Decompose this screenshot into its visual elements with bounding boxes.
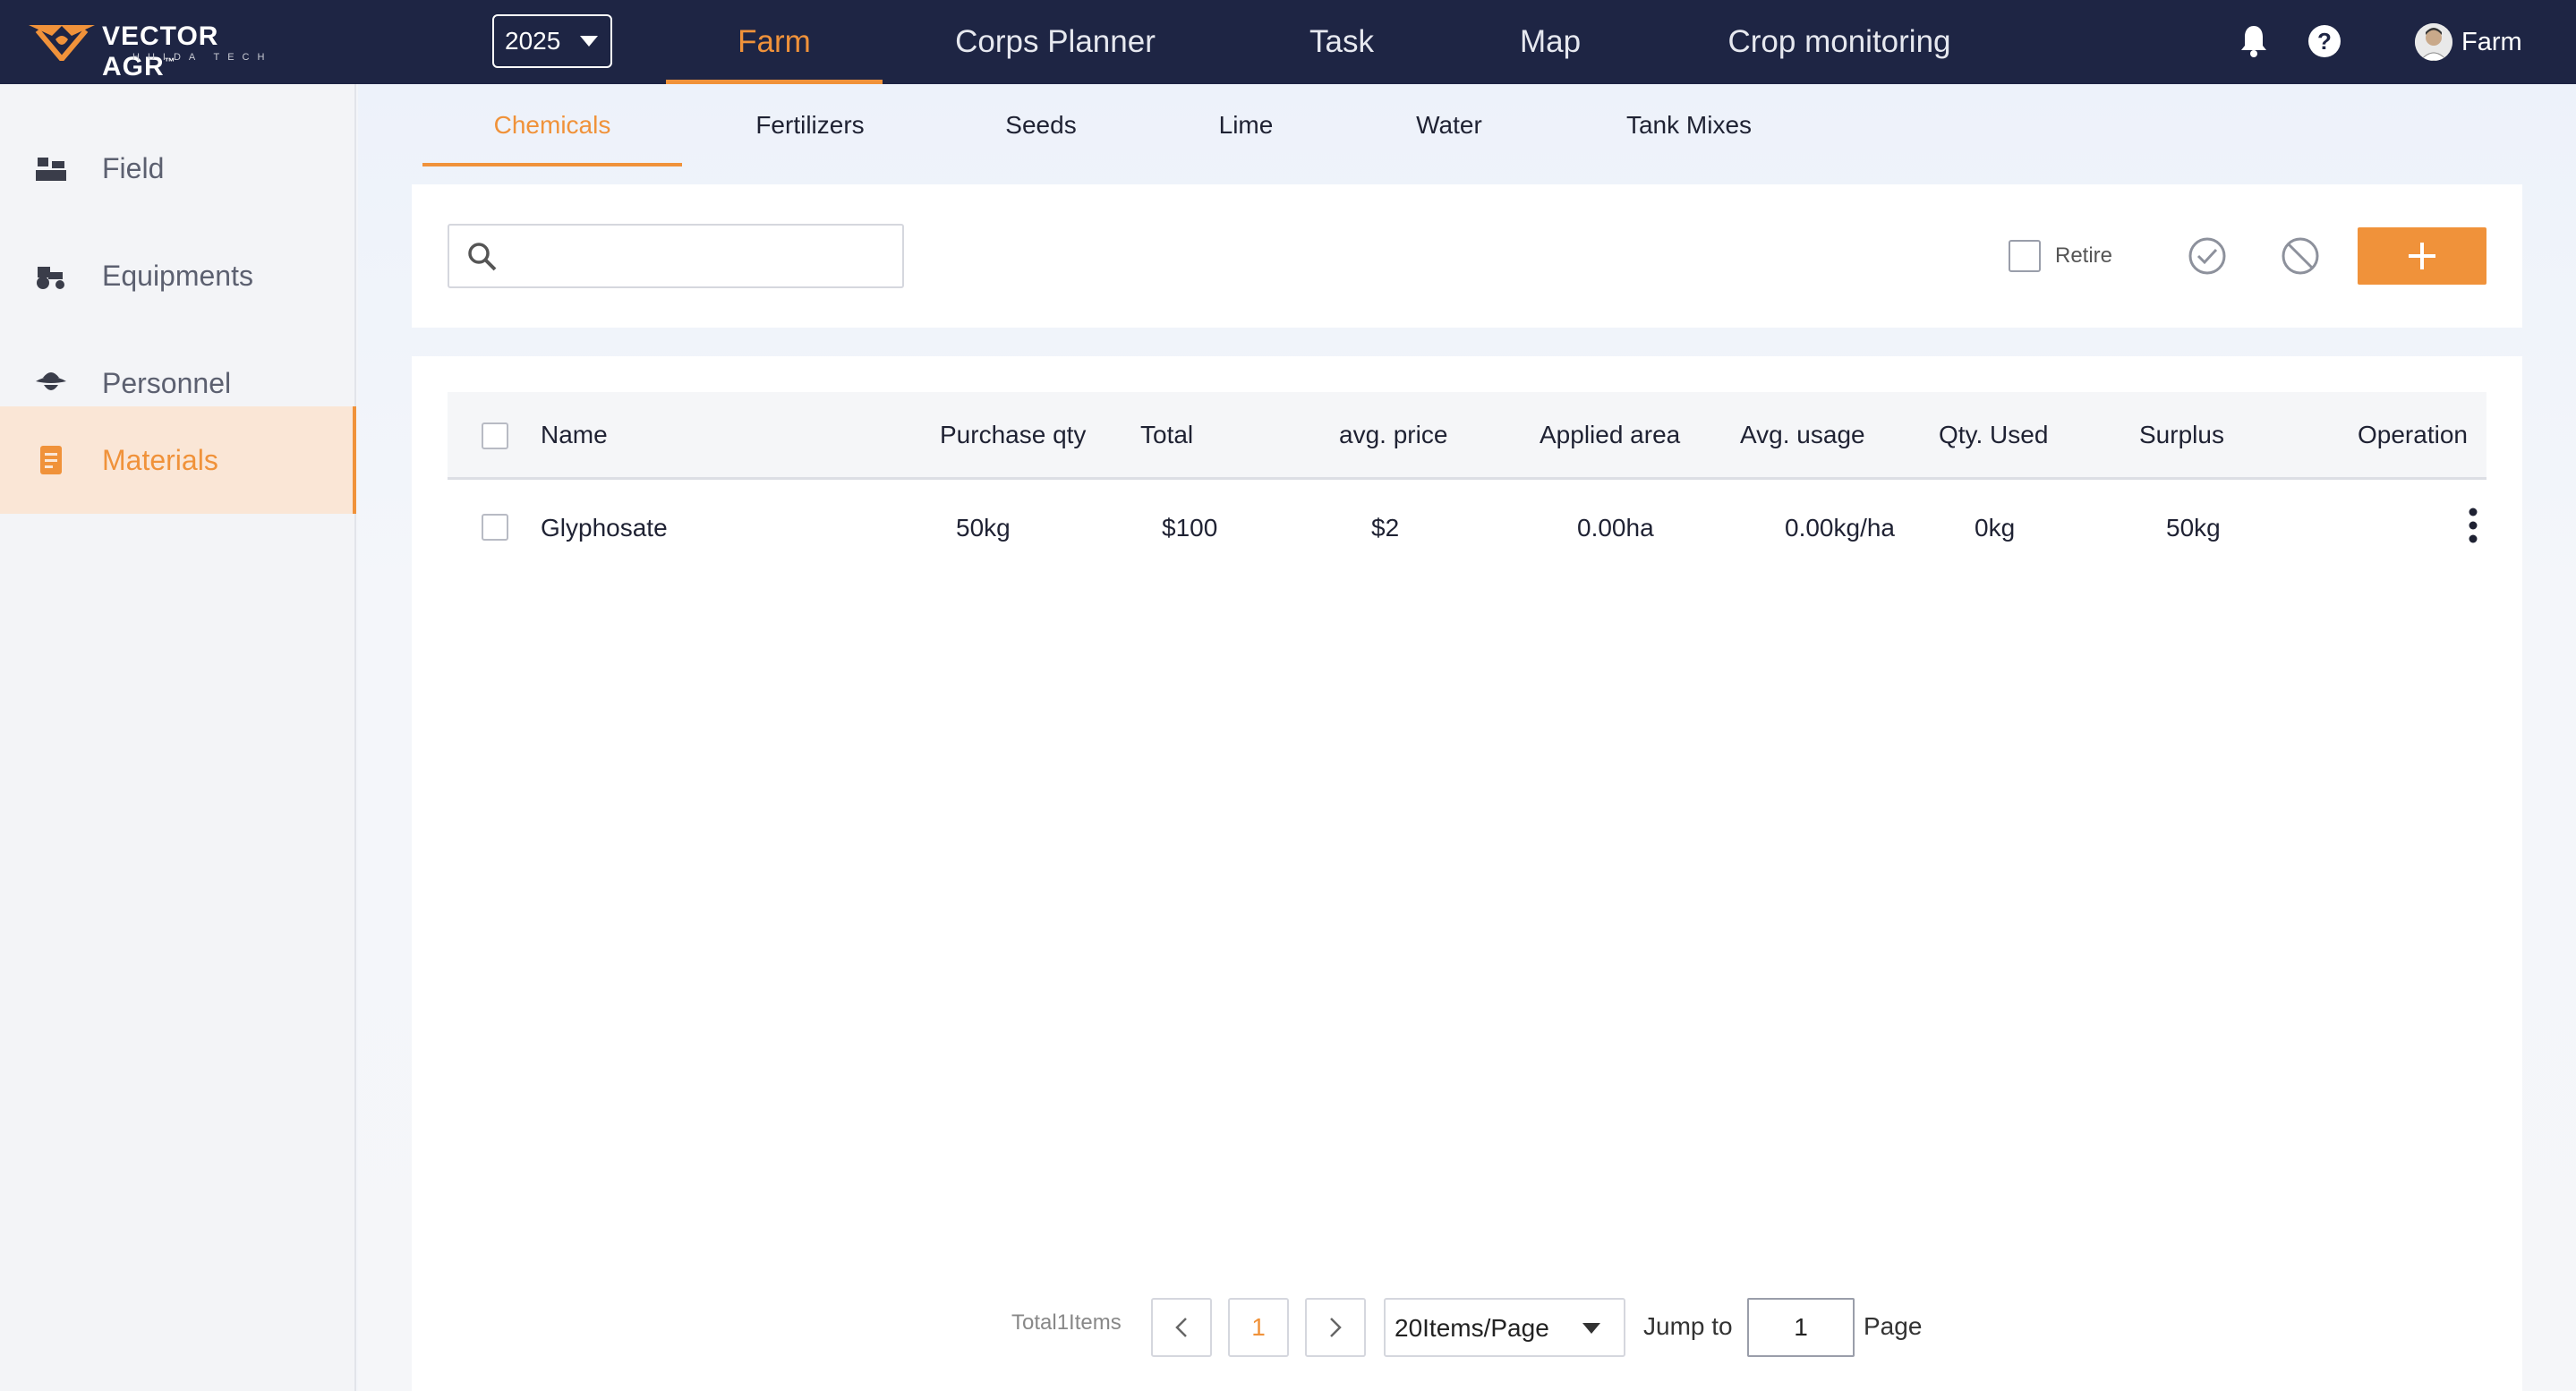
col-surplus: Surplus — [2139, 421, 2224, 448]
sidebar-item-field[interactable]: Field — [0, 115, 356, 222]
table-header: Name Purchase qty Total avg. price Appli… — [448, 392, 2486, 480]
sidebar-item-materials[interactable]: Materials — [0, 406, 356, 514]
nav-crop-monitoring[interactable]: Crop monitoring — [1710, 0, 1969, 84]
sidebar-item-equipments[interactable]: Equipments — [0, 222, 356, 329]
tab-seeds[interactable]: Seeds — [985, 84, 1097, 166]
search-box[interactable] — [448, 224, 904, 288]
tab-chemicals[interactable]: Chemicals — [422, 84, 682, 166]
col-name: Name — [541, 421, 608, 448]
col-qty-used: Qty. Used — [1939, 421, 2049, 448]
vector-agr-logo[interactable]: VECTOR AGR™ HUIDA TECH — [27, 20, 295, 81]
field-icon — [36, 158, 66, 181]
retire-label: Retire — [2055, 243, 2113, 268]
tab-water[interactable]: Water — [1402, 84, 1497, 166]
add-button[interactable] — [2358, 227, 2486, 285]
nav-task[interactable]: Task — [1285, 0, 1398, 84]
logo-subtitle: HUIDA TECH — [132, 52, 273, 63]
year-select-value: 2025 — [505, 27, 561, 55]
tractor-icon — [37, 267, 64, 289]
cell-qty-used: 0kg — [1975, 514, 2016, 542]
sidebar: Field Equipments Personnel Materials — [0, 84, 356, 1391]
chevron-right-icon — [1330, 1318, 1342, 1337]
jump-to-label: Jump to — [1643, 1312, 1733, 1340]
tab-fertilizers[interactable]: Fertilizers — [734, 84, 886, 166]
materials-icon — [40, 446, 62, 474]
cell-name: Glyphosate — [541, 514, 668, 542]
sidebar-item-label: Field — [102, 151, 165, 184]
search-icon — [468, 243, 497, 271]
col-applied-area: Applied area — [1540, 421, 1681, 448]
user-name: Farm — [2461, 27, 2522, 56]
cell-purchase-qty: 50kg — [956, 514, 1011, 542]
plus-icon-stem — [2420, 243, 2424, 269]
materials-table: Name Purchase qty Total avg. price Appli… — [412, 356, 2522, 1391]
tab-tank-mixes[interactable]: Tank Mixes — [1611, 84, 1767, 166]
year-select[interactable]: 2025 — [492, 14, 612, 68]
logo-mark-icon — [29, 25, 95, 61]
col-avg-usage: Avg. usage — [1740, 421, 1865, 448]
filter-toolbar: Retire — [412, 184, 2522, 328]
row-checkbox[interactable] — [482, 514, 508, 541]
cell-avg-usage: 0.00kg/ha — [1785, 514, 1895, 542]
sidebar-item-label: Personnel — [102, 366, 232, 399]
nav-map[interactable]: Map — [1504, 0, 1597, 84]
retire-filter[interactable]: Retire — [2009, 240, 2112, 272]
cell-surplus: 50kg — [2166, 514, 2221, 542]
col-operation: Operation — [2358, 421, 2468, 448]
avatar — [2415, 23, 2452, 61]
user-menu[interactable]: Farm — [2415, 21, 2522, 63]
tab-lime[interactable]: Lime — [1205, 84, 1287, 166]
page-label: Page — [1864, 1312, 1923, 1340]
chevron-left-icon — [1175, 1318, 1187, 1337]
select-all-checkbox[interactable] — [482, 422, 508, 449]
current-page-number: 1 — [1251, 1313, 1266, 1341]
cell-applied-area: 0.00ha — [1577, 514, 1654, 542]
jump-to-page-input[interactable] — [1747, 1298, 1855, 1357]
bell-icon[interactable] — [2239, 24, 2268, 58]
avatar-image-icon — [2415, 23, 2452, 61]
total-items-text: Total1Items — [1011, 1310, 1122, 1335]
sidebar-item-label: Equipments — [102, 259, 253, 292]
caret-down-icon — [580, 36, 598, 47]
col-total: Total — [1140, 421, 1194, 448]
col-avg-price: avg. price — [1339, 421, 1448, 448]
cell-avg-price: $2 — [1371, 514, 1400, 542]
page-size-select[interactable]: 20Items/Page — [1384, 1298, 1625, 1357]
page-number-button[interactable]: 1 — [1228, 1298, 1289, 1357]
prev-page-button[interactable] — [1151, 1298, 1212, 1357]
ban-icon[interactable] — [2281, 236, 2320, 276]
check-circle-icon[interactable] — [2188, 236, 2227, 276]
col-purchase-qty: Purchase qty — [940, 421, 1087, 448]
svg-text:?: ? — [2317, 28, 2332, 55]
more-vertical-icon[interactable] — [2468, 507, 2478, 544]
next-page-button[interactable] — [1305, 1298, 1366, 1357]
caret-down-icon — [1582, 1323, 1600, 1334]
top-navigation-bar: VECTOR AGR™ HUIDA TECH 2025 Farm Corps P… — [0, 0, 2576, 84]
table-row[interactable]: Glyphosate 50kg $100 $2 0.00ha 0.00kg/ha… — [448, 480, 2486, 575]
retire-checkbox[interactable] — [2009, 240, 2041, 272]
help-icon[interactable]: ? — [2307, 24, 2341, 58]
cell-total: $100 — [1162, 514, 1218, 542]
search-input[interactable] — [510, 235, 886, 277]
farmer-hat-icon — [36, 372, 66, 390]
sidebar-item-label: Materials — [102, 443, 218, 476]
page-size-value: 20Items/Page — [1395, 1314, 1549, 1342]
nav-corps-planner[interactable]: Corps Planner — [940, 0, 1171, 84]
nav-farm[interactable]: Farm — [666, 0, 883, 84]
